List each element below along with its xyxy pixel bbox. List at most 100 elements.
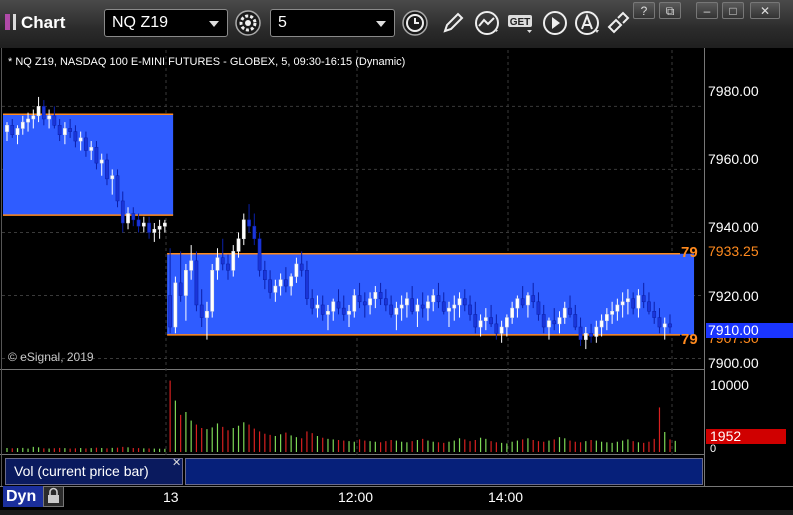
interval-value: 5 [278,14,287,31]
candle-body [252,225,257,240]
price-tick-7900: 7900.00 [708,355,759,371]
candle-body [515,298,520,309]
candle-body [110,175,115,180]
candle-body [15,128,20,135]
candle-body [57,125,62,135]
level-high-tag: 79 [681,244,698,261]
price-tick-7960: 7960.00 [708,151,759,167]
candle-body [436,295,441,303]
title-bar: Chart NQ Z19 5 GET ? ⧉ – □ ✕ [0,0,793,48]
candle-body [583,333,588,340]
volume-study-label: Vol (current price bar) [14,463,149,479]
candle-body [120,200,125,224]
candle-body [505,317,509,328]
alert-a-icon[interactable] [573,9,601,37]
candle-body [168,295,172,328]
candle-body [615,304,620,312]
candle-body [531,295,536,303]
svg-text:GET: GET [510,17,531,28]
price-tick-7980: 7980.00 [708,83,759,99]
candle-body [126,213,130,224]
candle-body [462,298,467,306]
help-button[interactable]: ? [633,2,655,19]
candle-body [299,263,304,271]
candle-body [241,219,246,240]
candle-body [641,295,646,303]
candle-body [284,279,288,287]
restore-button[interactable]: ⧉ [659,2,681,19]
candle-body [289,276,293,287]
candle-body [52,115,57,126]
lock-icon[interactable] [43,486,64,507]
time-tick-1400: 14:00 [488,489,524,505]
candle-body [536,301,541,315]
get-data-icon[interactable]: GET [507,9,535,37]
chart-window: Chart NQ Z19 5 GET ? ⧉ – □ ✕ * NQ Z19, N… [0,0,793,510]
candle-body [115,175,120,202]
clock-icon[interactable] [401,9,429,37]
symbol-dropdown[interactable]: NQ Z19 [104,9,228,37]
candle-body [594,326,599,337]
candle-body [362,301,367,306]
candle-body [310,298,315,309]
candle-body [662,323,667,328]
candle-body [657,317,662,328]
minimize-button[interactable]: – [696,2,718,19]
candle-body [247,219,251,227]
candle-body [441,301,446,312]
candle-body [384,298,388,306]
interval-dropdown[interactable]: 5 [270,9,395,37]
candle-body [562,307,567,318]
candle-body [410,298,415,312]
candle-body [152,229,157,233]
candle-body [647,301,651,312]
candle-body [305,270,309,299]
candle-body [499,326,504,334]
candle-body [157,225,162,230]
close-icon[interactable]: ✕ [172,456,181,469]
candle-body [557,317,562,325]
candle-body [89,147,94,151]
last-price-label: 7910.00 [706,323,793,338]
candle-body [63,128,67,135]
candle-body [163,222,167,227]
candle-body [26,118,30,123]
range-box [167,253,695,335]
price-volume-chart[interactable] [0,48,793,510]
candle-body [489,317,493,325]
candle-body [31,115,36,120]
candle-body [541,314,546,328]
candle-body [41,106,46,120]
play-icon[interactable] [541,9,569,37]
candle-body [220,257,225,265]
chart-trend-icon[interactable] [473,9,501,37]
candle-body [73,131,78,142]
candle-body [373,292,378,299]
candle-body [368,298,372,306]
chart-area[interactable] [0,48,793,510]
volume-study-tab[interactable]: Vol (current price bar) [5,458,183,485]
candle-body [20,121,25,129]
candle-body [636,295,641,309]
level-low-tag: 79 [681,331,698,348]
close-button[interactable]: ✕ [750,2,780,19]
candle-body [194,260,199,306]
candle-body [610,311,614,315]
volume-tick-10000: 10000 [710,377,749,393]
candle-body [352,295,357,312]
candle-body [278,279,283,287]
dynamic-tab[interactable]: Dyn [3,486,43,507]
candle-body [347,311,351,315]
candle-body [131,213,136,221]
pencil-draw-icon[interactable] [439,9,467,37]
time-tick-13: 13 [163,489,179,505]
candle-body [578,326,583,340]
candle-body [10,125,15,135]
tools-icon[interactable] [604,9,632,37]
candle-body [68,128,72,132]
settings-gear-icon[interactable] [234,9,262,37]
candle-body [526,295,530,306]
maximize-button[interactable]: □ [722,2,744,19]
last-volume-label: 1952 [706,429,786,444]
candle-body [473,314,478,328]
